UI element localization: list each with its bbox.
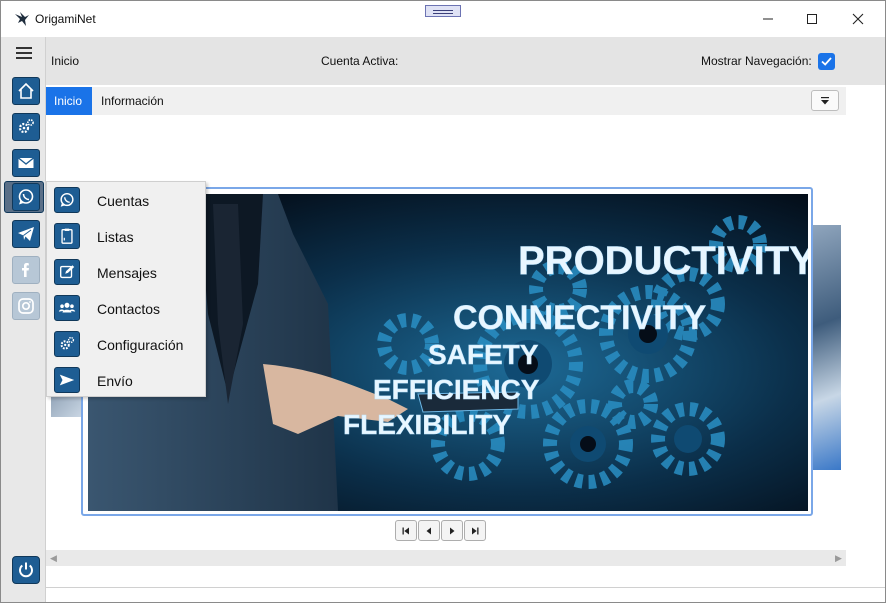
drag-handle[interactable] [425,5,461,17]
minimize-button[interactable] [745,1,791,37]
edit-message-icon [54,259,80,285]
tab-bar: Inicio Información [46,87,846,115]
whatsapp-icon [18,189,34,205]
menu-item-mensajes[interactable]: Mensajes [47,255,207,291]
carousel-controls [395,520,486,542]
app-title: OrigamiNet [35,12,96,26]
image-word-productivity: PRODUCTIVITY [518,239,808,283]
gears-icon [54,331,80,357]
menu-item-label: Contactos [97,301,161,317]
previous-slide-button[interactable] [418,520,440,541]
menu-item-label: Cuentas [97,193,150,209]
contacts-group-icon [54,295,80,321]
sidebar-item-settings[interactable] [12,113,40,141]
first-icon [402,527,409,534]
sidebar-item-whatsapp[interactable] [12,183,40,211]
first-slide-button[interactable] [395,520,417,541]
close-icon [852,13,864,25]
close-button[interactable] [835,1,881,37]
instagram-icon [18,298,34,314]
menu-item-cuentas[interactable]: Cuentas [47,183,207,219]
title-bar[interactable]: OrigamiNet [1,1,885,37]
image-word-efficiency: EFFICIENCY [373,374,540,405]
facebook-icon [22,263,29,277]
sidebar-item-instagram[interactable] [12,292,40,320]
menu-item-label: Listas [97,229,134,245]
sidebar-item-telegram[interactable] [12,220,40,248]
scroll-left-icon[interactable]: ◀ [50,553,57,564]
whatsapp-icon [54,187,80,213]
whatsapp-flyout-menu: Cuentas Listas Mensajes Contactos Config… [46,181,206,397]
send-arrow-icon [54,367,80,393]
next-slide-preview[interactable] [813,225,841,470]
menu-item-listas[interactable]: Listas [47,219,207,255]
sidebar-item-email[interactable] [12,149,40,177]
envelope-icon [18,157,34,168]
tabs-dropdown-button[interactable] [811,90,839,111]
sidebar-item-facebook[interactable] [12,256,40,284]
menu-item-label: Envío [97,373,133,389]
menu-item-contactos[interactable]: Contactos [47,291,207,327]
image-word-safety: SAFETY [428,339,539,370]
show-nav-checkbox[interactable] [818,53,835,70]
home-icon [18,82,34,99]
scroll-right-icon[interactable]: ▶ [835,553,842,564]
last-slide-button[interactable] [464,520,486,541]
dropdown-triangle-icon [821,96,829,104]
image-word-connectivity: CONNECTIVITY [453,299,706,337]
next-icon [450,527,455,534]
next-slide-button[interactable] [441,520,463,541]
power-icon [19,562,33,578]
hamburger-menu-icon[interactable] [16,47,32,61]
show-nav-label: Mostrar Navegación: [701,54,812,68]
app-window: OrigamiNet Inicio Cuenta Activa: Mostrar… [0,0,886,603]
power-button[interactable] [12,556,40,584]
gears-icon [18,119,34,134]
image-word-flexibility: FLEXIBILITY [343,409,511,440]
content-bottom-divider [46,587,885,588]
origami-bird-icon [15,12,29,26]
previous-icon [426,527,431,534]
horizontal-scrollbar[interactable]: ◀ ▶ [46,550,846,566]
maximize-button[interactable] [789,1,835,37]
clipboard-list-icon [54,223,80,249]
menu-item-label: Configuración [97,337,184,353]
menu-item-envio[interactable]: Envío [47,363,207,399]
tab-inicio[interactable]: Inicio [46,87,92,115]
maximize-icon [807,14,817,24]
sidebar-item-home[interactable] [12,77,40,105]
telegram-icon [18,227,34,241]
last-icon [472,527,479,534]
active-account-label: Cuenta Activa: [321,54,399,68]
checkmark-icon [821,57,832,66]
minimize-icon [763,18,773,20]
sidebar [1,37,46,602]
top-bar: Inicio Cuenta Activa: Mostrar Navegación… [46,37,885,85]
page-title: Inicio [51,54,80,68]
menu-item-label: Mensajes [97,265,157,281]
tab-informacion[interactable]: Información [93,87,172,115]
menu-item-configuracion[interactable]: Configuración [47,327,207,363]
